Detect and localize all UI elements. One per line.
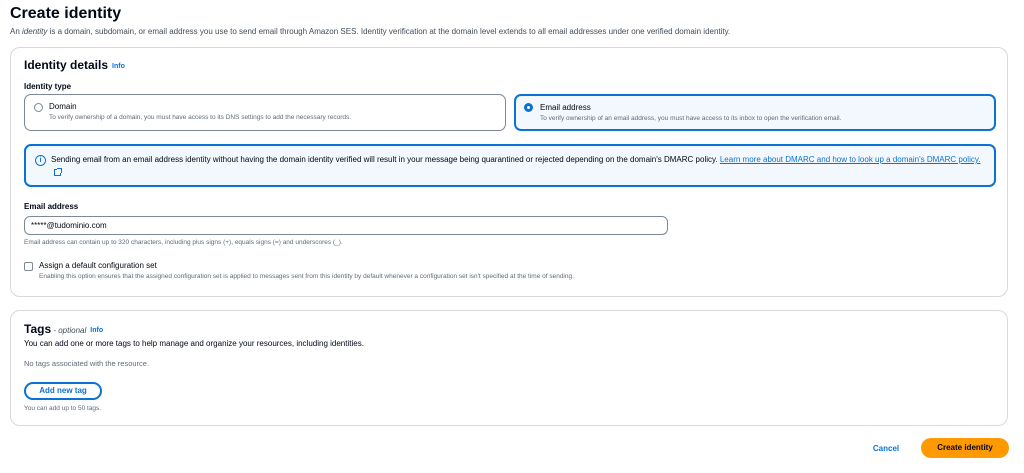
tags-description: You can add one or more tags to help man… (24, 339, 364, 348)
tags-title: Tags (24, 322, 52, 336)
tags-info-link[interactable]: Info (90, 327, 103, 334)
dmarc-learn-more-link[interactable]: Learn more about DMARC and how to look u… (720, 155, 981, 164)
identity-type-email-tile[interactable]: Email address To verify ownership of an … (514, 94, 996, 131)
domain-title: Domain (49, 102, 77, 111)
tags-panel: Tags - optional Info You can add one or m… (10, 310, 1008, 426)
email-address-hint: Email address can contain up to 320 char… (24, 239, 343, 246)
dmarc-alert-message: Sending email from an email address iden… (51, 155, 720, 164)
tags-limit-hint: You can add up to 50 tags. (24, 405, 102, 412)
tags-empty-state: No tags associated with the resource. (24, 359, 150, 368)
identity-details-panel: Identity details Info Identity type Domai… (10, 47, 1008, 297)
info-icon: i (35, 155, 46, 166)
create-identity-button[interactable]: Create identity (921, 438, 1009, 458)
dmarc-info-alert: i Sending email from an email address id… (24, 144, 996, 187)
identity-details-title: Identity details (24, 58, 109, 72)
default-config-set-hint: Enabling this option ensures that the as… (39, 273, 574, 280)
page-description-prefix: An (10, 27, 23, 36)
identity-details-info-link[interactable]: Info (112, 63, 125, 70)
email-radio[interactable] (524, 103, 533, 112)
cancel-button[interactable]: Cancel (860, 442, 912, 456)
page-description-emphasis: identity (22, 27, 48, 36)
email-title: Email address (540, 103, 591, 112)
dmarc-alert-text: Sending email from an email address iden… (51, 154, 986, 179)
email-address-label: Email address (24, 202, 79, 211)
default-config-set-label[interactable]: Assign a default configuration set (39, 261, 157, 270)
tags-optional-label: - optional (51, 326, 87, 335)
email-address-input[interactable] (24, 216, 668, 235)
email-description: To verify ownership of an email address,… (540, 115, 842, 122)
page-description-suffix: is a domain, subdomain, or email address… (47, 27, 731, 36)
identity-details-heading: Identity details Info (24, 58, 125, 72)
domain-description: To verify ownership of a domain, you mus… (49, 114, 352, 121)
domain-radio[interactable] (34, 103, 43, 112)
external-link-icon (54, 167, 62, 176)
identity-type-label: Identity type (24, 82, 72, 91)
default-config-set-checkbox[interactable] (24, 262, 33, 271)
page-description: An identity is a domain, subdomain, or e… (10, 27, 730, 36)
identity-type-domain-tile[interactable]: Domain To verify ownership of a domain, … (24, 94, 506, 131)
add-new-tag-button[interactable]: Add new tag (24, 382, 102, 400)
tags-heading: Tags - optional Info (24, 322, 103, 336)
page-title: Create identity (10, 5, 122, 22)
